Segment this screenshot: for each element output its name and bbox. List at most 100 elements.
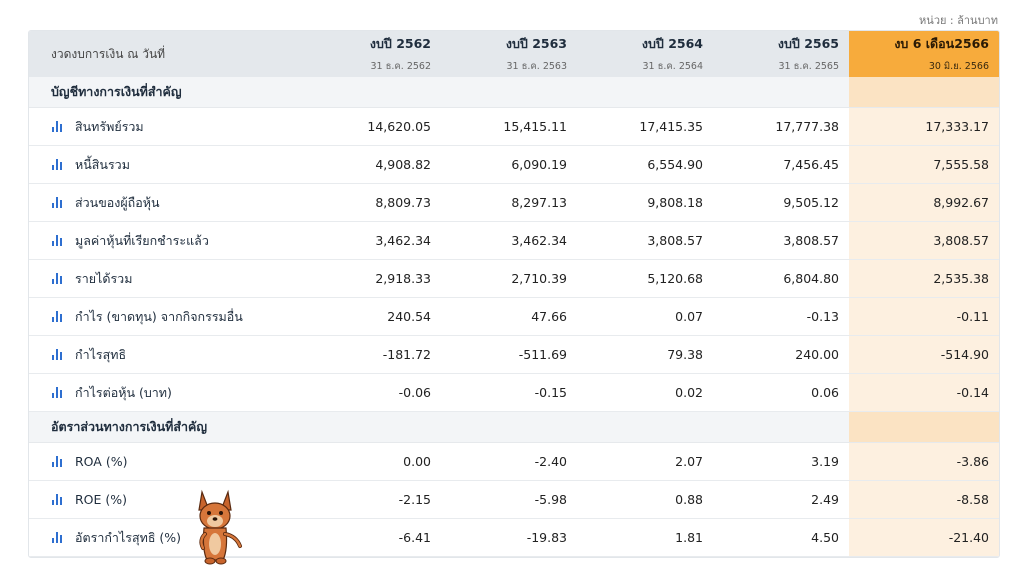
bar-chart-icon[interactable] xyxy=(51,310,65,322)
value-cell: 3,808.57 xyxy=(713,221,849,260)
row-label-cell: สินทรัพย์รวม xyxy=(29,107,305,146)
table-row: กำไร (ขาดทุน) จากกิจกรรมอื่น 240.54 47.66 0… xyxy=(29,297,999,336)
row-label: กำไร (ขาดทุน) จากกิจกรรมอื่น xyxy=(75,308,243,324)
unit-note: หน่วย : ล้านบาท xyxy=(919,14,998,27)
row-label-cell: ส่วนของผู้ถือหุ้น xyxy=(29,183,305,222)
value-cell: -0.06 xyxy=(305,373,441,412)
table-row: รายได้รวม 2,918.33 2,710.39 5,120.68 6,804.8… xyxy=(29,259,999,298)
column-date: 31 ธ.ค. 2564 xyxy=(642,61,704,72)
column-header-2563[interactable]: งบปี 2563 31 ธ.ค. 2563 xyxy=(441,31,577,77)
row-label: กำไรสุทธิ xyxy=(75,346,127,362)
table-row: กำไรสุทธิ -181.72 -511.69 79.38 240.00 -514.9… xyxy=(29,335,999,374)
value-cell: 0.00 xyxy=(305,442,441,481)
value-cell: -2.15 xyxy=(305,480,441,519)
bar-chart-icon[interactable] xyxy=(51,158,65,170)
value-cell: 15,415.11 xyxy=(441,107,577,146)
section-row: บัญชีทางการเงินที่สำคัญ xyxy=(29,77,999,108)
row-label-cell: ROA (%) xyxy=(29,442,305,481)
value-cell: 3.19 xyxy=(713,442,849,481)
value-cell: -181.72 xyxy=(305,335,441,374)
value-cell: -514.90 xyxy=(849,335,999,374)
value-cell: 3,462.34 xyxy=(441,221,577,260)
value-cell: 4.50 xyxy=(713,518,849,557)
section-row: อัตราส่วนทางการเงินที่สำคัญ xyxy=(29,411,999,443)
value-cell: 0.88 xyxy=(577,480,713,519)
table-body: บัญชีทางการเงินที่สำคัญสินทรัพย์รวม 14,62… xyxy=(29,77,999,557)
row-label: ROE (%) xyxy=(75,492,128,507)
bar-chart-icon[interactable] xyxy=(51,531,65,543)
value-cell: 0.06 xyxy=(713,373,849,412)
row-label-cell: ROE (%) xyxy=(29,480,305,519)
dog-mascot xyxy=(198,489,242,565)
value-cell: -3.86 xyxy=(849,442,999,481)
column-header-2564[interactable]: งบปี 2564 31 ธ.ค. 2564 xyxy=(577,31,713,77)
bar-chart-icon[interactable] xyxy=(51,234,65,246)
value-cell: 6,554.90 xyxy=(577,145,713,184)
value-cell: 47.66 xyxy=(441,297,577,336)
value-cell: -0.11 xyxy=(849,297,999,336)
column-header-2565[interactable]: งบปี 2565 31 ธ.ค. 2565 xyxy=(713,31,849,77)
value-cell: -0.13 xyxy=(713,297,849,336)
value-cell: -6.41 xyxy=(305,518,441,557)
value-cell: 6,804.80 xyxy=(713,259,849,298)
table-row: อัตรากำไรสุทธิ (%) -6.41 -19.83 1.81 4.50 -21… xyxy=(29,518,999,557)
value-cell: 1.81 xyxy=(577,518,713,557)
value-cell: 240.54 xyxy=(305,297,441,336)
value-cell: 79.38 xyxy=(577,335,713,374)
bar-chart-icon[interactable] xyxy=(51,348,65,360)
value-cell: -0.14 xyxy=(849,373,999,412)
value-cell: -8.58 xyxy=(849,480,999,519)
value-cell: 9,505.12 xyxy=(713,183,849,222)
value-cell: 2.49 xyxy=(713,480,849,519)
bar-chart-icon[interactable] xyxy=(51,456,65,467)
value-cell: 17,333.17 xyxy=(849,107,999,146)
value-cell: -5.98 xyxy=(441,480,577,519)
row-label: มูลค่าหุ้นที่เรียกชำระแล้ว xyxy=(75,232,209,248)
value-cell: 8,809.73 xyxy=(305,183,441,222)
bar-chart-icon[interactable] xyxy=(51,494,65,505)
value-cell: 2,918.33 xyxy=(305,259,441,298)
value-cell: 17,415.35 xyxy=(577,107,713,146)
row-label: หนี้สินรวม xyxy=(75,156,130,172)
table-row: มูลค่าหุ้นที่เรียกชำระแล้ว 3,462.34 3,462.… xyxy=(29,221,999,260)
column-date: 31 ธ.ค. 2565 xyxy=(778,61,840,72)
value-cell: 7,456.45 xyxy=(713,145,849,184)
bar-chart-icon[interactable] xyxy=(51,272,65,284)
row-label: กำไรต่อหุ้น (บาท) xyxy=(75,384,172,400)
value-cell: 0.07 xyxy=(577,297,713,336)
value-cell: 8,992.67 xyxy=(849,183,999,222)
column-header-6m-2566[interactable]: งบ 6 เดือน2566 30 มิ.ย. 2566 xyxy=(849,31,999,77)
bar-chart-icon[interactable] xyxy=(51,196,65,208)
row-label-cell: กำไรต่อหุ้น (บาท) xyxy=(29,373,305,412)
table-header-row: งวดงบการเงิน ณ วันที่ งบปี 2562 31 ธ.ค. … xyxy=(29,31,999,77)
value-cell: 2,710.39 xyxy=(441,259,577,298)
value-cell: 5,120.68 xyxy=(577,259,713,298)
value-cell: -19.83 xyxy=(441,518,577,557)
value-cell: 2.07 xyxy=(577,442,713,481)
table-row: หนี้สินรวม 4,908.82 6,090.19 6,554.90 7,456.… xyxy=(29,145,999,184)
value-cell: 240.00 xyxy=(713,335,849,374)
column-date: 31 ธ.ค. 2563 xyxy=(506,61,568,72)
section-title: อัตราส่วนทางการเงินที่สำคัญ xyxy=(29,411,305,443)
row-label-cell: หนี้สินรวม xyxy=(29,145,305,184)
column-year: งบปี 2565 xyxy=(777,36,839,51)
bar-chart-icon[interactable] xyxy=(51,386,65,398)
value-cell: 17,777.38 xyxy=(713,107,849,146)
row-label-cell: อัตรากำไรสุทธิ (%) xyxy=(29,518,305,557)
bar-chart-icon[interactable] xyxy=(51,120,65,132)
value-cell: 6,090.19 xyxy=(441,145,577,184)
value-cell: -2.40 xyxy=(441,442,577,481)
value-cell: 3,808.57 xyxy=(577,221,713,260)
financial-table: งวดงบการเงิน ณ วันที่ งบปี 2562 31 ธ.ค. … xyxy=(29,31,999,557)
row-label: ส่วนของผู้ถือหุ้น xyxy=(75,194,160,210)
row-label-cell: กำไรสุทธิ xyxy=(29,335,305,374)
column-header-2562[interactable]: งบปี 2562 31 ธ.ค. 2562 xyxy=(305,31,441,77)
value-cell: -21.40 xyxy=(849,518,999,557)
value-cell: 7,555.58 xyxy=(849,145,999,184)
column-year: งบปี 2562 xyxy=(369,36,431,51)
table-row: ROA (%) 0.00 -2.40 2.07 3.19 -3.86 xyxy=(29,442,999,481)
value-cell: 3,462.34 xyxy=(305,221,441,260)
value-cell: 9,808.18 xyxy=(577,183,713,222)
value-cell: 14,620.05 xyxy=(305,107,441,146)
row-label: สินทรัพย์รวม xyxy=(75,118,144,134)
